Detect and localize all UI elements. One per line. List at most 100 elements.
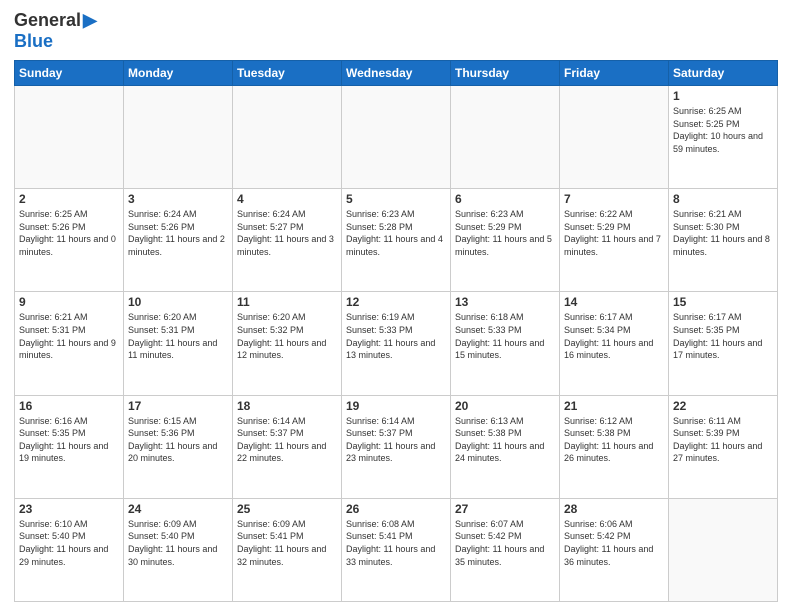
day-info: Sunrise: 6:21 AM Sunset: 5:31 PM Dayligh… bbox=[19, 311, 119, 361]
day-info: Sunrise: 6:25 AM Sunset: 5:26 PM Dayligh… bbox=[19, 208, 119, 258]
weekday-header-row: SundayMondayTuesdayWednesdayThursdayFrid… bbox=[15, 61, 778, 86]
logo-text: General▶ Blue bbox=[14, 10, 97, 52]
page: General▶ Blue SundayMondayTuesdayWednesd… bbox=[0, 0, 792, 612]
day-number: 23 bbox=[19, 502, 119, 516]
weekday-header-thursday: Thursday bbox=[451, 61, 560, 86]
day-number: 14 bbox=[564, 295, 664, 309]
calendar-cell: 5 Sunrise: 6:23 AM Sunset: 5:28 PM Daylig… bbox=[342, 189, 451, 292]
calendar-cell bbox=[451, 86, 560, 189]
day-info: Sunrise: 6:23 AM Sunset: 5:28 PM Dayligh… bbox=[346, 208, 446, 258]
logo: General▶ Blue bbox=[14, 10, 97, 52]
calendar-cell: 12 Sunrise: 6:19 AM Sunset: 5:33 PM Dayli… bbox=[342, 292, 451, 395]
week-row-3: 9 Sunrise: 6:21 AM Sunset: 5:31 PM Daylig… bbox=[15, 292, 778, 395]
day-number: 27 bbox=[455, 502, 555, 516]
day-info: Sunrise: 6:25 AM Sunset: 5:25 PM Dayligh… bbox=[673, 105, 773, 155]
weekday-header-wednesday: Wednesday bbox=[342, 61, 451, 86]
day-info: Sunrise: 6:17 AM Sunset: 5:35 PM Dayligh… bbox=[673, 311, 773, 361]
calendar-cell: 2 Sunrise: 6:25 AM Sunset: 5:26 PM Daylig… bbox=[15, 189, 124, 292]
calendar-cell: 7 Sunrise: 6:22 AM Sunset: 5:29 PM Daylig… bbox=[560, 189, 669, 292]
calendar-cell bbox=[15, 86, 124, 189]
day-number: 16 bbox=[19, 399, 119, 413]
calendar-cell: 26 Sunrise: 6:08 AM Sunset: 5:41 PM Dayli… bbox=[342, 498, 451, 601]
week-row-1: 1 Sunrise: 6:25 AM Sunset: 5:25 PM Daylig… bbox=[15, 86, 778, 189]
day-info: Sunrise: 6:19 AM Sunset: 5:33 PM Dayligh… bbox=[346, 311, 446, 361]
weekday-header-tuesday: Tuesday bbox=[233, 61, 342, 86]
calendar-cell: 24Sunrise: 6:09 AM Sunset: 5:40 PM Dayli… bbox=[124, 498, 233, 601]
calendar-cell bbox=[342, 86, 451, 189]
day-info: Sunrise: 6:16 AM Sunset: 5:35 PM Dayligh… bbox=[19, 415, 119, 465]
day-info: Sunrise: 6:06 AM Sunset: 5:42 PM Dayligh… bbox=[564, 518, 664, 568]
day-number: 25 bbox=[237, 502, 337, 516]
day-info: Sunrise: 6:08 AM Sunset: 5:41 PM Dayligh… bbox=[346, 518, 446, 568]
day-info: Sunrise: 6:14 AM Sunset: 5:37 PM Dayligh… bbox=[346, 415, 446, 465]
day-info: Sunrise: 6:21 AM Sunset: 5:30 PM Dayligh… bbox=[673, 208, 773, 258]
day-info: Sunrise: 6:14 AM Sunset: 5:37 PM Dayligh… bbox=[237, 415, 337, 465]
day-number: 26 bbox=[346, 502, 446, 516]
day-number: 10 bbox=[128, 295, 228, 309]
day-info: Sunrise: 6:23 AM Sunset: 5:29 PM Dayligh… bbox=[455, 208, 555, 258]
day-info: Sunrise: 6:11 AM Sunset: 5:39 PM Dayligh… bbox=[673, 415, 773, 465]
day-number: 15 bbox=[673, 295, 773, 309]
day-info: Sunrise: 6:15 AM Sunset: 5:36 PM Dayligh… bbox=[128, 415, 228, 465]
calendar-cell bbox=[124, 86, 233, 189]
calendar-cell: 4 Sunrise: 6:24 AM Sunset: 5:27 PM Daylig… bbox=[233, 189, 342, 292]
calendar-cell: 15 Sunrise: 6:17 AM Sunset: 5:35 PM Dayli… bbox=[669, 292, 778, 395]
calendar-cell: 8 Sunrise: 6:21 AM Sunset: 5:30 PM Daylig… bbox=[669, 189, 778, 292]
weekday-header-monday: Monday bbox=[124, 61, 233, 86]
calendar-cell: 23Sunrise: 6:10 AM Sunset: 5:40 PM Dayli… bbox=[15, 498, 124, 601]
weekday-header-sunday: Sunday bbox=[15, 61, 124, 86]
day-number: 4 bbox=[237, 192, 337, 206]
day-number: 9 bbox=[19, 295, 119, 309]
day-number: 8 bbox=[673, 192, 773, 206]
week-row-5: 23Sunrise: 6:10 AM Sunset: 5:40 PM Dayli… bbox=[15, 498, 778, 601]
calendar-cell: 10 Sunrise: 6:20 AM Sunset: 5:31 PM Dayli… bbox=[124, 292, 233, 395]
day-number: 28 bbox=[564, 502, 664, 516]
calendar-cell bbox=[560, 86, 669, 189]
calendar-cell: 13Sunrise: 6:18 AM Sunset: 5:33 PM Dayli… bbox=[451, 292, 560, 395]
calendar-cell: 25 Sunrise: 6:09 AM Sunset: 5:41 PM Dayli… bbox=[233, 498, 342, 601]
day-number: 2 bbox=[19, 192, 119, 206]
day-info: Sunrise: 6:20 AM Sunset: 5:31 PM Dayligh… bbox=[128, 311, 228, 361]
day-number: 17 bbox=[128, 399, 228, 413]
calendar-cell: 16 Sunrise: 6:16 AM Sunset: 5:35 PM Dayli… bbox=[15, 395, 124, 498]
day-number: 24 bbox=[128, 502, 228, 516]
week-row-4: 16 Sunrise: 6:16 AM Sunset: 5:35 PM Dayli… bbox=[15, 395, 778, 498]
day-info: Sunrise: 6:07 AM Sunset: 5:42 PM Dayligh… bbox=[455, 518, 555, 568]
day-number: 5 bbox=[346, 192, 446, 206]
weekday-header-saturday: Saturday bbox=[669, 61, 778, 86]
header: General▶ Blue bbox=[14, 10, 778, 52]
calendar-table: SundayMondayTuesdayWednesdayThursdayFrid… bbox=[14, 60, 778, 602]
calendar-cell: 14Sunrise: 6:17 AM Sunset: 5:34 PM Dayli… bbox=[560, 292, 669, 395]
calendar-cell: 18 Sunrise: 6:14 AM Sunset: 5:37 PM Dayli… bbox=[233, 395, 342, 498]
day-number: 11 bbox=[237, 295, 337, 309]
day-info: Sunrise: 6:22 AM Sunset: 5:29 PM Dayligh… bbox=[564, 208, 664, 258]
day-number: 19 bbox=[346, 399, 446, 413]
calendar-cell: 1 Sunrise: 6:25 AM Sunset: 5:25 PM Daylig… bbox=[669, 86, 778, 189]
day-number: 13 bbox=[455, 295, 555, 309]
day-number: 18 bbox=[237, 399, 337, 413]
day-number: 21 bbox=[564, 399, 664, 413]
day-info: Sunrise: 6:09 AM Sunset: 5:41 PM Dayligh… bbox=[237, 518, 337, 568]
day-info: Sunrise: 6:13 AM Sunset: 5:38 PM Dayligh… bbox=[455, 415, 555, 465]
day-number: 1 bbox=[673, 89, 773, 103]
weekday-header-friday: Friday bbox=[560, 61, 669, 86]
calendar-cell: 17 Sunrise: 6:15 AM Sunset: 5:36 PM Dayli… bbox=[124, 395, 233, 498]
day-number: 12 bbox=[346, 295, 446, 309]
day-number: 7 bbox=[564, 192, 664, 206]
day-number: 3 bbox=[128, 192, 228, 206]
calendar-cell: 3 Sunrise: 6:24 AM Sunset: 5:26 PM Daylig… bbox=[124, 189, 233, 292]
calendar-cell: 9 Sunrise: 6:21 AM Sunset: 5:31 PM Daylig… bbox=[15, 292, 124, 395]
calendar-cell: 20 Sunrise: 6:13 AM Sunset: 5:38 PM Dayli… bbox=[451, 395, 560, 498]
day-info: Sunrise: 6:20 AM Sunset: 5:32 PM Dayligh… bbox=[237, 311, 337, 361]
calendar-cell: 22Sunrise: 6:11 AM Sunset: 5:39 PM Dayli… bbox=[669, 395, 778, 498]
calendar-cell: 19 Sunrise: 6:14 AM Sunset: 5:37 PM Dayli… bbox=[342, 395, 451, 498]
day-number: 20 bbox=[455, 399, 555, 413]
calendar-cell bbox=[669, 498, 778, 601]
week-row-2: 2 Sunrise: 6:25 AM Sunset: 5:26 PM Daylig… bbox=[15, 189, 778, 292]
day-number: 6 bbox=[455, 192, 555, 206]
day-info: Sunrise: 6:24 AM Sunset: 5:26 PM Dayligh… bbox=[128, 208, 228, 258]
day-info: Sunrise: 6:12 AM Sunset: 5:38 PM Dayligh… bbox=[564, 415, 664, 465]
calendar-cell: 27 Sunrise: 6:07 AM Sunset: 5:42 PM Dayli… bbox=[451, 498, 560, 601]
calendar-cell: 28 Sunrise: 6:06 AM Sunset: 5:42 PM Dayli… bbox=[560, 498, 669, 601]
day-info: Sunrise: 6:24 AM Sunset: 5:27 PM Dayligh… bbox=[237, 208, 337, 258]
